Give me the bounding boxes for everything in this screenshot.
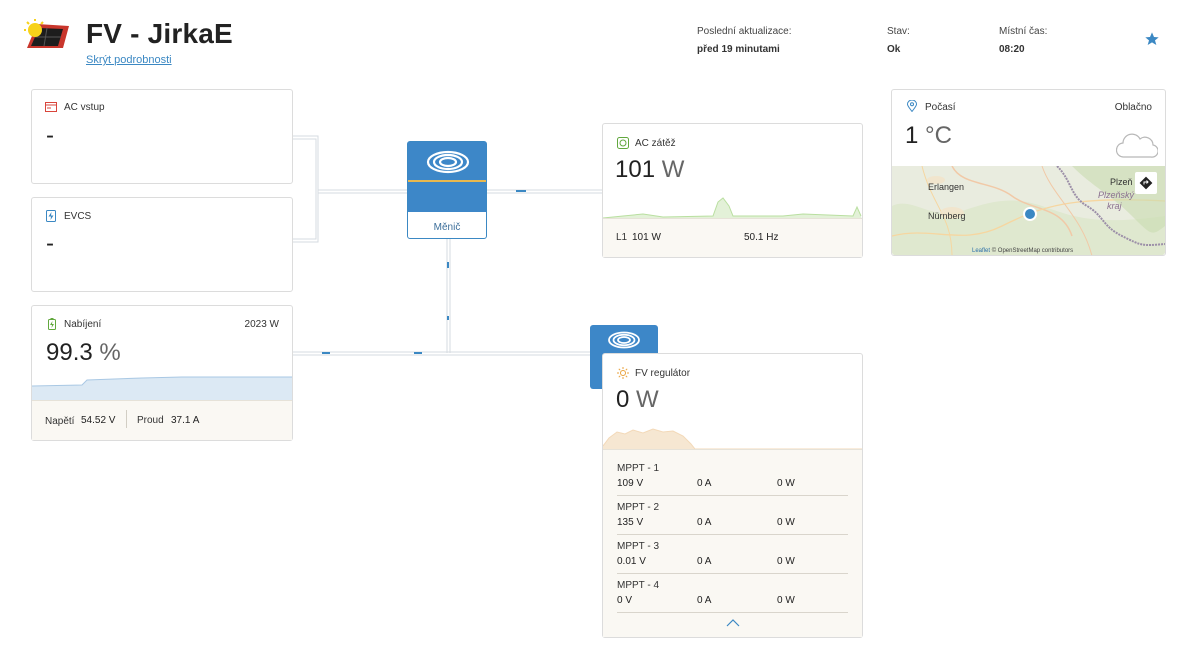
mppt-current: 0 A bbox=[697, 595, 712, 606]
location-marker[interactable] bbox=[1023, 207, 1037, 221]
battery-footer: Napětí 54.52 V Proud 37.1 A bbox=[32, 400, 292, 440]
ac-input-icon bbox=[45, 102, 57, 112]
weather-map[interactable]: Erlangen Nürnberg Plzeň Plzeňský kraj Le… bbox=[892, 166, 1165, 255]
footer-divider bbox=[126, 410, 127, 428]
map-attribution: Leaflet © OpenStreetMap contributors bbox=[972, 248, 1073, 254]
weather-temp: 1 bbox=[905, 122, 919, 149]
location-pin-icon bbox=[906, 100, 918, 112]
inverter-stripe bbox=[408, 180, 486, 182]
battery-title: Nabíjení bbox=[64, 319, 102, 330]
map-label-erlangen: Erlangen bbox=[928, 182, 965, 192]
mppt-name: MPPT - 2 bbox=[617, 502, 660, 513]
battery-soc: 99.3 bbox=[46, 339, 93, 366]
victron-logo-icon bbox=[608, 331, 640, 349]
mppt-voltage: 0.01 V bbox=[617, 556, 646, 567]
mppt-power: 0 W bbox=[777, 556, 795, 567]
weather-title: Počasí bbox=[925, 102, 956, 113]
inverter-label: Měnič bbox=[433, 222, 461, 233]
battery-soc-unit: % bbox=[99, 339, 121, 366]
pv-power-unit: W bbox=[636, 386, 659, 413]
mppt-row: MPPT - 4 0 V 0 A 0 W bbox=[617, 574, 848, 613]
weather-condition: Oblačno bbox=[1114, 102, 1152, 113]
ac-load-card[interactable]: AC zátěž 101 W L1 101 W 50.1 Hz bbox=[602, 123, 863, 258]
mppt-current: 0 A bbox=[697, 478, 712, 489]
battery-power: 2023 W bbox=[244, 319, 279, 330]
directions-icon bbox=[1139, 176, 1153, 190]
mppt-name: MPPT - 3 bbox=[617, 541, 660, 552]
ac-load-power: 101 bbox=[615, 156, 656, 183]
mppt-power: 0 W bbox=[777, 517, 795, 528]
directions-button[interactable] bbox=[1135, 172, 1157, 194]
pv-power: 0 bbox=[616, 386, 630, 413]
mppt-current: 0 A bbox=[697, 517, 712, 528]
map-label-kraj: kraj bbox=[1107, 201, 1122, 211]
victron-logo-icon bbox=[426, 150, 470, 174]
mppt-voltage: 0 V bbox=[617, 595, 633, 606]
ac-input-title: AC vstup bbox=[64, 102, 105, 113]
pv-charger-card[interactable]: FV regulátor 0 W MPPT - 1 109 V 0 A 0 W … bbox=[602, 353, 863, 638]
ac-load-sparkline bbox=[603, 197, 862, 220]
mppt-voltage: 109 V bbox=[617, 478, 644, 489]
mppt-name: MPPT - 1 bbox=[617, 463, 660, 474]
evcs-title: EVCS bbox=[64, 211, 92, 222]
battery-sparkline bbox=[32, 376, 292, 400]
mppt-voltage: 135 V bbox=[617, 517, 644, 528]
evcs-value: - bbox=[46, 230, 54, 257]
mppt-power: 0 W bbox=[777, 595, 795, 606]
battery-icon bbox=[48, 318, 56, 330]
cloud-icon bbox=[1116, 133, 1158, 158]
plug-icon bbox=[617, 137, 629, 149]
current-value: 37.1 A bbox=[171, 415, 200, 426]
evcs-card[interactable]: EVCS - bbox=[31, 197, 293, 292]
map-label-nurnberg: Nürnberg bbox=[928, 211, 966, 221]
chevron-up-icon[interactable] bbox=[726, 618, 740, 628]
mppt-name: MPPT - 4 bbox=[617, 580, 660, 591]
ac-load-title: AC zátěž bbox=[635, 138, 676, 149]
inverter-header bbox=[408, 142, 486, 212]
ac-input-value: - bbox=[46, 122, 54, 149]
frequency-value: 50.1 Hz bbox=[744, 232, 779, 243]
inverter-node[interactable]: Měnič bbox=[407, 141, 487, 239]
phase-label: L1 bbox=[616, 232, 628, 243]
mppt-current: 0 A bbox=[697, 556, 712, 567]
mppt-power: 0 W bbox=[777, 478, 795, 489]
weather-temp-unit: °C bbox=[925, 122, 952, 149]
pv-sparkline bbox=[603, 428, 862, 449]
pv-footer: MPPT - 1 109 V 0 A 0 W MPPT - 2 135 V 0 … bbox=[603, 449, 862, 637]
leaflet-link[interactable]: Leaflet bbox=[972, 248, 990, 254]
voltage-label: Napětí bbox=[45, 416, 75, 427]
pv-title: FV regulátor bbox=[635, 368, 691, 379]
osm-attribution[interactable]: © OpenStreetMap contributors bbox=[992, 248, 1073, 254]
mppt-row: MPPT - 3 0.01 V 0 A 0 W bbox=[617, 535, 848, 574]
ev-charger-icon bbox=[46, 210, 56, 222]
voltage-value: 54.52 V bbox=[81, 415, 116, 426]
map-label-plzen: Plzeň bbox=[1110, 177, 1133, 187]
map-label-plzensky: Plzeňský bbox=[1098, 190, 1135, 200]
battery-card[interactable]: Nabíjení 2023 W 99.3 % Napětí 54.52 V Pr… bbox=[31, 305, 293, 441]
phase-power: 101 W bbox=[632, 232, 661, 243]
ac-input-card[interactable]: AC vstup - bbox=[31, 89, 293, 184]
ac-load-footer: L1 101 W 50.1 Hz bbox=[603, 218, 862, 257]
ac-load-power-unit: W bbox=[661, 156, 685, 183]
mppt-row: MPPT - 1 109 V 0 A 0 W bbox=[617, 457, 848, 496]
mppt-row: MPPT - 2 135 V 0 A 0 W bbox=[617, 496, 848, 535]
sun-icon bbox=[617, 367, 629, 379]
weather-card[interactable]: Počasí Oblačno 1 °C Erlangen Nürnberg Pl… bbox=[891, 89, 1166, 256]
current-label: Proud bbox=[137, 415, 164, 426]
